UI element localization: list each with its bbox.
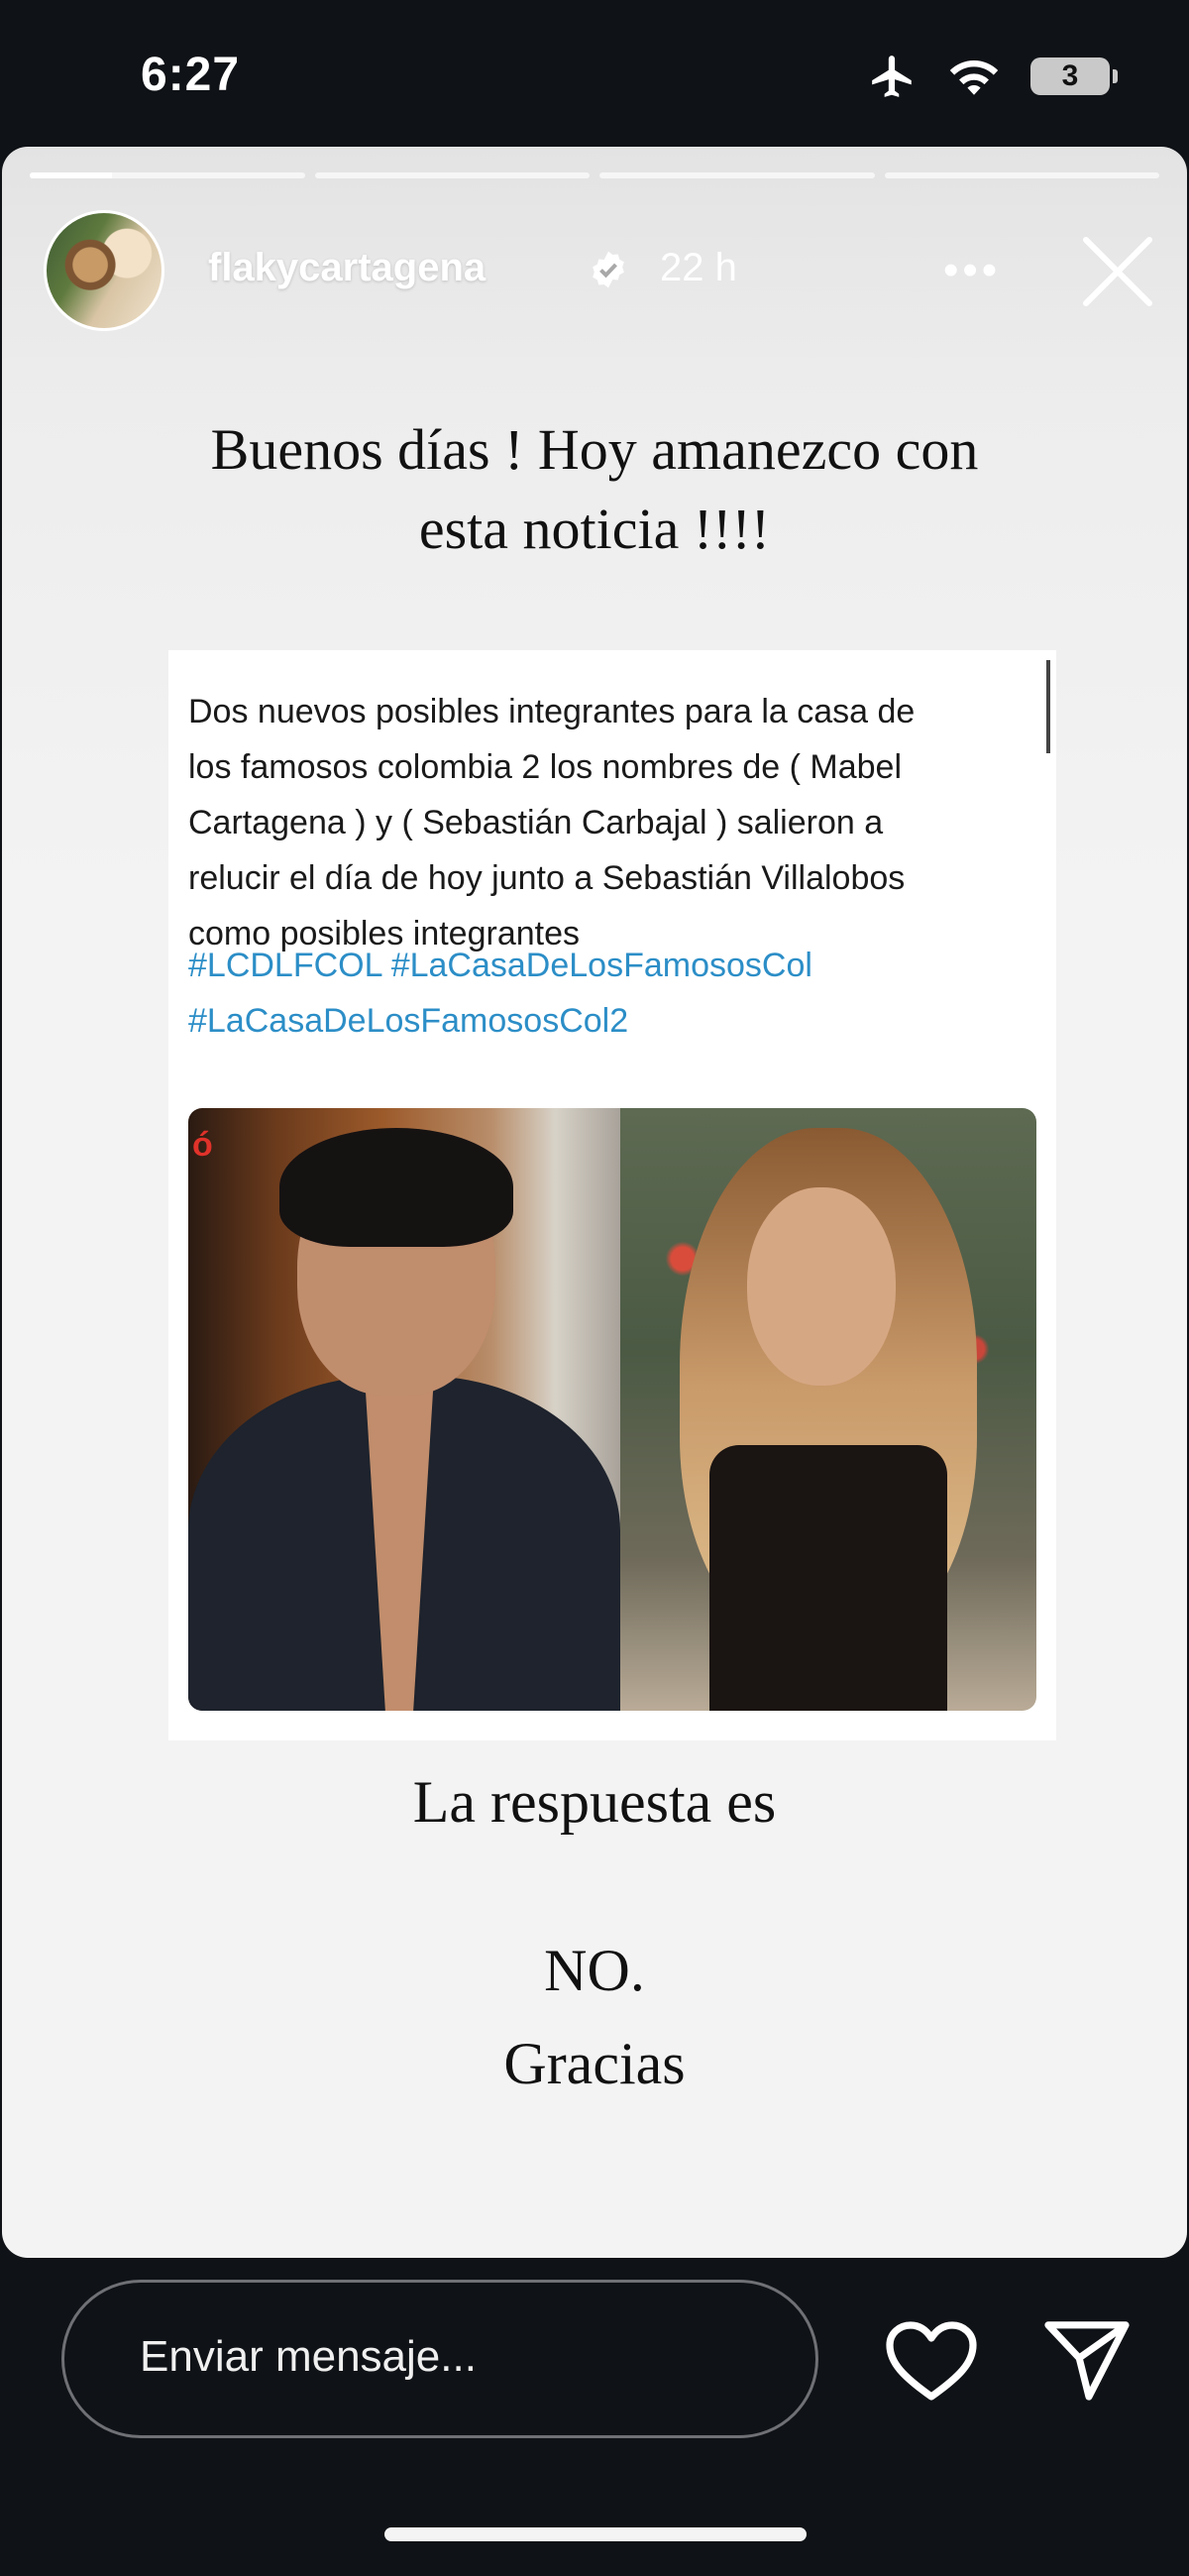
thanks-caption: Gracias xyxy=(503,2031,686,2096)
tweet-hashtags: #LCDLFCOL #LaCasaDeLosFamososCol #LaCasa… xyxy=(188,938,1036,1049)
answer-caption: La respuesta es xyxy=(412,1769,777,1835)
intro-caption: Buenos días ! Hoy amanezco con esta noti… xyxy=(2,410,1187,569)
heart-icon[interactable] xyxy=(884,2319,979,2403)
time-ago: 22 h xyxy=(660,246,737,289)
tweet-photo: ó xyxy=(188,1108,1036,1711)
airplane-icon xyxy=(872,56,912,97)
intro-line-2: esta noticia !!!! xyxy=(418,497,771,561)
scroll-indicator xyxy=(1046,660,1050,753)
tweet-text-line: relucir el día de hoy junto a Sebastián … xyxy=(188,859,906,897)
status-time: 6:27 xyxy=(141,49,241,101)
message-input[interactable]: Enviar mensaje... xyxy=(61,2280,818,2438)
no-caption: NO. xyxy=(544,1938,645,2003)
tweet-text-line: Dos nuevos posibles integrantes para la … xyxy=(188,693,916,730)
wifi-icon xyxy=(949,59,999,95)
intro-line-1: Buenos días ! Hoy amanezco con xyxy=(210,417,979,482)
tweet-screenshot: Dos nuevos posibles integrantes para la … xyxy=(168,650,1056,1740)
progress-segment xyxy=(30,172,305,178)
tweet-text-line: los famosos colombia 2 los nombres de ( … xyxy=(188,748,902,786)
story-progress xyxy=(30,172,1159,178)
username[interactable]: flakycartagena xyxy=(208,246,486,290)
photo-woman-face xyxy=(747,1187,896,1386)
story-header: flakycartagena 22 h ••• xyxy=(44,210,1157,331)
hashtag-line: #LaCasaDeLosFamososCol2 xyxy=(188,1002,629,1040)
home-indicator[interactable] xyxy=(384,2527,807,2541)
story-card[interactable]: flakycartagena 22 h ••• Buenos días ! Ho… xyxy=(2,147,1187,2258)
tweet-text: Dos nuevos posibles integrantes para la … xyxy=(188,684,1036,961)
progress-segment xyxy=(884,172,1159,178)
avatar[interactable] xyxy=(44,210,164,331)
progress-segment xyxy=(314,172,590,178)
photo-man-hair xyxy=(279,1128,513,1247)
tweet-text-line: Cartagena ) y ( Sebastián Carbajal ) sal… xyxy=(188,804,884,841)
hashtag-line: #LCDLFCOL #LaCasaDeLosFamososCol xyxy=(188,947,812,984)
photo-woman xyxy=(620,1108,1036,1711)
photo-man: ó xyxy=(188,1108,620,1711)
status-icons: 3 xyxy=(868,52,1118,101)
battery-icon: 3 xyxy=(1030,57,1118,95)
progress-segment xyxy=(599,172,875,178)
send-icon[interactable] xyxy=(1042,2317,1132,2403)
more-options-button[interactable]: ••• xyxy=(943,246,1001,295)
progress-fill xyxy=(30,172,113,178)
verified-badge-icon xyxy=(593,251,624,288)
photo-woman-dress xyxy=(709,1445,947,1711)
photo-corner-mark: ó xyxy=(192,1126,213,1164)
status-bar: 6:27 3 xyxy=(0,0,1189,149)
close-icon[interactable] xyxy=(1078,232,1157,311)
message-placeholder: Enviar mensaje... xyxy=(140,2332,477,2381)
